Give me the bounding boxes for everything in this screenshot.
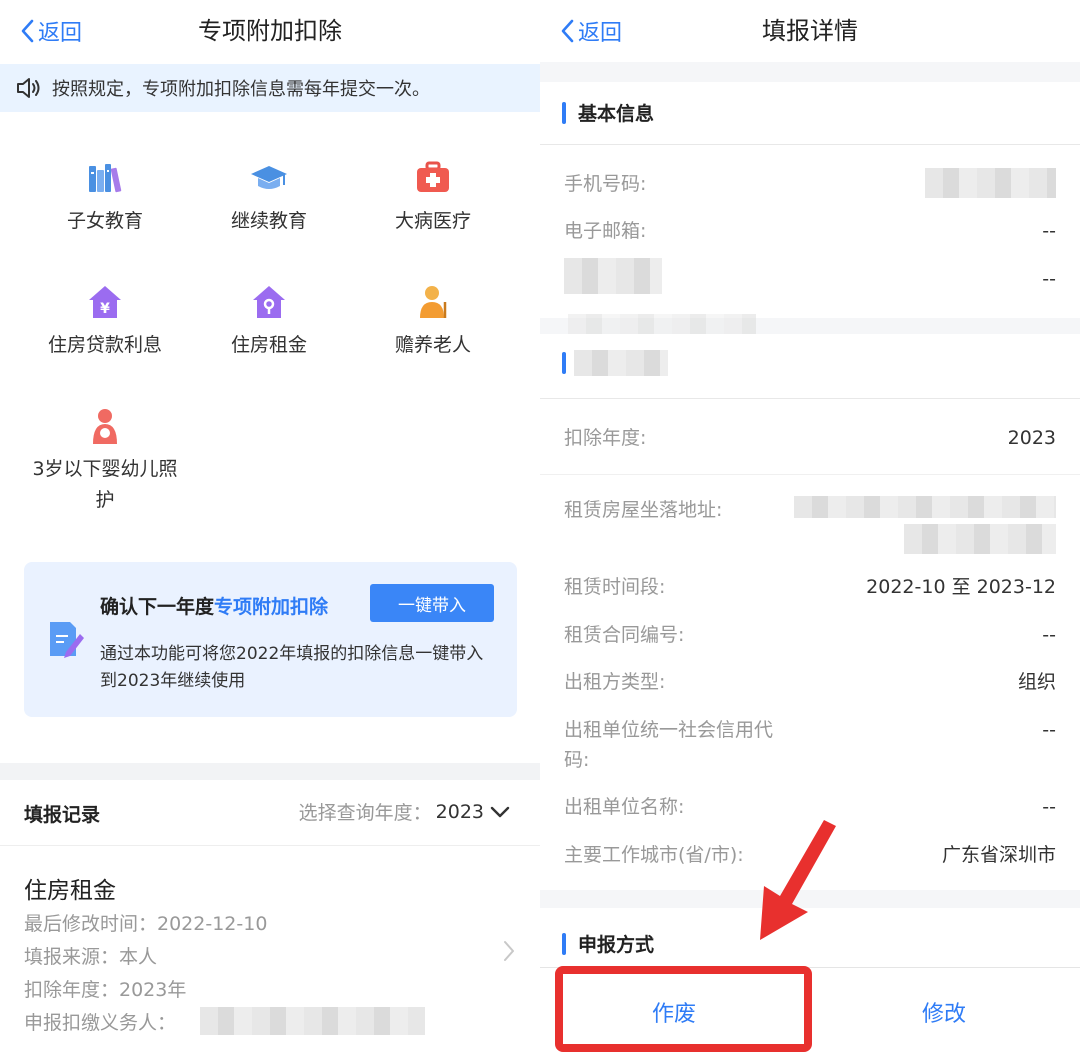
graduation-cap-icon (251, 166, 287, 189)
record-withholder-label: 申报扣缴义务人： (24, 1012, 177, 1034)
record-source: 填报来源：本人 (24, 946, 158, 968)
field-value-rental-period: 2022-10 至 2023-12 (866, 576, 1056, 598)
redacted-phone (925, 168, 1056, 198)
field-value-contract-number: -- (1042, 624, 1056, 646)
page-title: 专项附加扣除 (198, 17, 342, 45)
redacted-address-line1 (794, 496, 1056, 518)
divider (540, 144, 1080, 145)
category-label: 赡养老人 (394, 334, 471, 356)
field-value-work-city: 广东省深圳市 (941, 844, 1056, 866)
medical-kit-icon (417, 161, 449, 192)
field-value-lessor-type: 组织 (1017, 671, 1056, 693)
redacted-heading (574, 350, 668, 376)
field-label-email: 电子邮箱: (564, 220, 647, 242)
record-item[interactable]: 住房租金 最后修改时间：2022-12-10 填报来源：本人 扣除年度：2023… (0, 847, 540, 1057)
category-continuing-education[interactable]: 继续教育 (189, 158, 349, 237)
redacted-label (564, 258, 662, 294)
year-select-value: 2023 (435, 800, 484, 823)
page-title: 填报详情 (762, 17, 858, 45)
redacted-withholder (200, 1007, 425, 1035)
elderly-person-icon (420, 286, 447, 318)
field-value-credit-code: -- (1042, 719, 1056, 741)
house-yuan-icon: ¥ (89, 286, 121, 318)
heading-text: 基本信息 (578, 103, 655, 125)
category-label: 住房贷款利息 (47, 334, 162, 356)
redacted-address-line2 (904, 524, 1056, 554)
chevron-down-icon (490, 806, 510, 817)
field-label-credit-code: 出租单位统一社会信用代码: (564, 719, 774, 771)
category-mortgage-interest[interactable]: ¥ 住房贷款利息 (25, 282, 185, 361)
field-label-work-city: 主要工作城市(省/市): (564, 844, 744, 866)
nav-bar: 返回 填报详情 (540, 0, 1080, 62)
records-header: 填报记录 选择查询年度： 2023 (0, 780, 540, 846)
house-key-icon (253, 286, 285, 318)
left-screen: 返回 专项附加扣除 按照规定，专项附加扣除信息需每年提交一次。 子女教育 继续教… (0, 0, 540, 1057)
card-description: 通过本功能可将您2022年填报的扣除信息一键带入到2023年继续使用 (100, 644, 484, 691)
svg-text:¥: ¥ (100, 301, 110, 317)
category-major-illness[interactable]: 大病医疗 (353, 158, 513, 237)
field-label-rental-address: 租赁房屋坐落地址: (564, 499, 723, 521)
year-select-label: 选择查询年度： (298, 802, 432, 824)
arrow-annotation-icon (760, 820, 836, 940)
category-infant-care[interactable]: 3岁以下婴幼儿照护 (25, 406, 185, 516)
books-icon (89, 164, 122, 193)
heading-accent-bar (562, 101, 566, 124)
field-label-contract-number: 租赁合同编号: (564, 624, 685, 646)
section-gap (0, 763, 540, 780)
records-title: 填报记录 (24, 804, 101, 826)
mother-baby-icon (93, 409, 117, 444)
heading-text: 申报方式 (578, 934, 655, 956)
card-title-prefix: 确认下一年度 (100, 596, 215, 618)
divider (540, 474, 1080, 475)
field-label-lessor-name: 出租单位名称: (564, 796, 685, 818)
field-value-deduction-year: 2023 (1007, 427, 1056, 449)
nav-bar: 返回 专项附加扣除 (0, 0, 540, 62)
record-title: 住房租金 (24, 878, 116, 904)
category-child-education[interactable]: 子女教育 (25, 158, 185, 237)
record-year: 扣除年度：2023年 (24, 979, 187, 1001)
field-label-phone: 手机号码: (564, 173, 647, 195)
year-select[interactable]: 选择查询年度： 2023 (299, 798, 510, 825)
notice-text: 按照规定，专项附加扣除信息需每年提交一次。 (52, 79, 430, 100)
edit-button[interactable]: 修改 (834, 986, 1054, 1038)
field-label-rental-period: 租赁时间段: (564, 576, 666, 598)
category-label: 大病医疗 (394, 210, 471, 232)
field-value-email: -- (1042, 220, 1056, 242)
category-label: 继续教育 (230, 210, 307, 232)
field-value-lessor-name: -- (1042, 796, 1056, 818)
heading-accent-bar (562, 932, 566, 955)
card-title-highlight: 专项附加扣除 (214, 596, 329, 618)
section-heading: 基本信息 (562, 99, 654, 126)
carry-forward-card: 确认下一年度专项附加扣除 一键带入 通过本功能可将您2022年填报的扣除信息一键… (24, 562, 517, 717)
one-click-import-button[interactable]: 一键带入 (370, 584, 494, 622)
category-label: 子女教育 (66, 210, 143, 232)
field-value-other: -- (1042, 268, 1056, 290)
right-screen: 返回 填报详情 基本信息 手机号码: 电子邮箱: -- -- 扣除年度: 202… (540, 0, 1080, 1057)
field-label-lessor-type: 出租方类型: (564, 671, 666, 693)
field-label-deduction-year: 扣除年度: (564, 427, 647, 449)
chevron-right-icon (504, 941, 514, 961)
category-label: 3岁以下婴幼儿照护 (32, 458, 178, 511)
divider (540, 398, 1080, 399)
category-housing-rent[interactable]: 住房租金 (189, 282, 349, 361)
highlight-box (555, 966, 812, 1052)
card-title: 确认下一年度专项附加扣除 (100, 592, 328, 619)
heading-accent-bar (562, 352, 566, 374)
edit-document-icon (50, 622, 84, 658)
basic-info-section: 基本信息 手机号码: 电子邮箱: -- -- (540, 82, 1080, 318)
speaker-icon (17, 78, 40, 98)
redacted-strip (568, 314, 756, 334)
record-modified: 最后修改时间：2022-12-10 (24, 913, 268, 935)
section-heading: 申报方式 (562, 930, 654, 957)
category-elderly-support[interactable]: 赡养老人 (353, 282, 513, 361)
notice-banner: 按照规定，专项附加扣除信息需每年提交一次。 (0, 64, 540, 112)
category-label: 住房租金 (230, 334, 307, 356)
housing-info-section: 扣除年度: 2023 租赁房屋坐落地址: 租赁时间段: 2022-10 至 20… (540, 314, 1080, 890)
